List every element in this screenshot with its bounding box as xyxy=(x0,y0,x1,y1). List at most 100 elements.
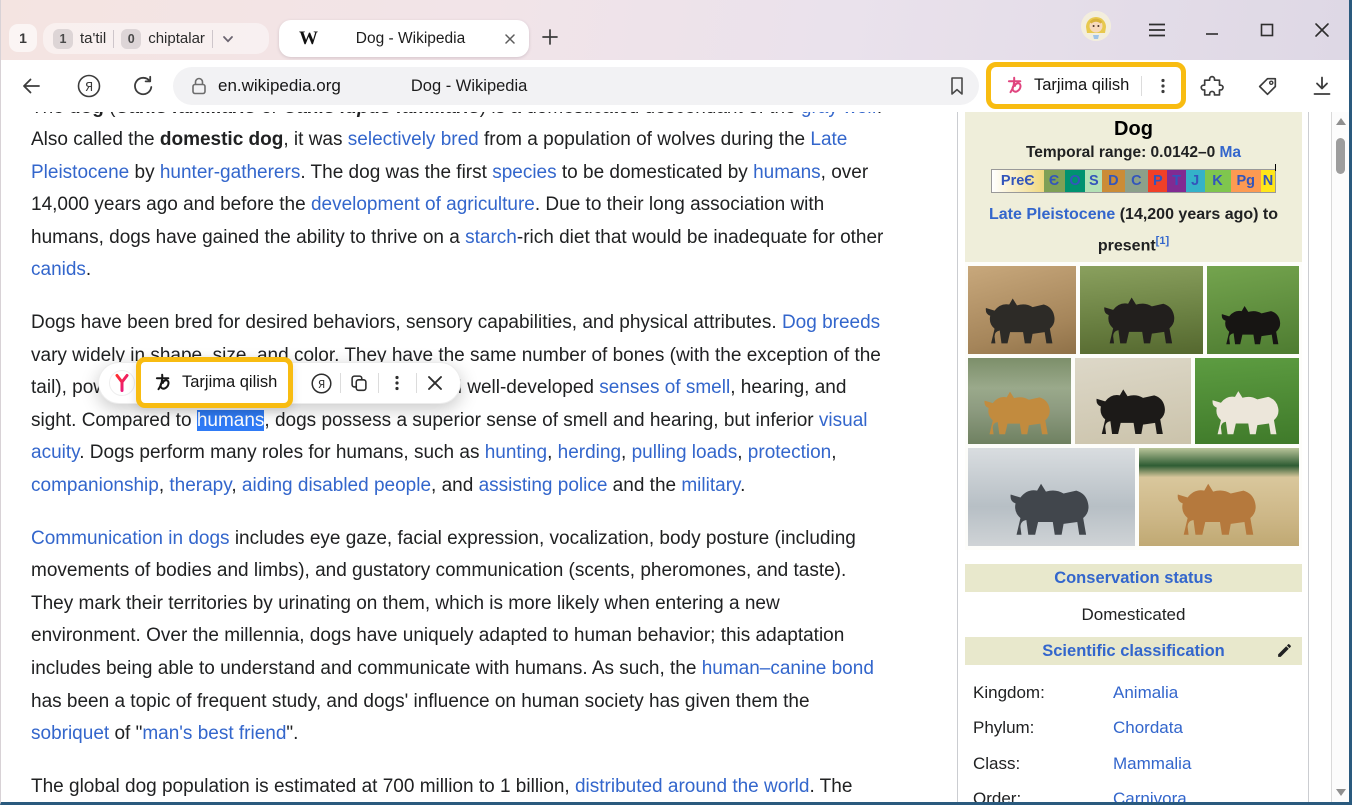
conservation-status-header[interactable]: Conservation status xyxy=(965,564,1302,592)
timescale-segment[interactable]: Pg xyxy=(1231,170,1261,192)
taxonomy-value-link[interactable]: Carnivora xyxy=(1113,789,1187,805)
wiki-link[interactable]: acuity xyxy=(31,442,79,463)
wiki-link[interactable]: starch xyxy=(465,227,517,248)
timescale-segment[interactable]: K xyxy=(1205,170,1231,192)
lock-icon[interactable] xyxy=(189,75,209,97)
copy-icon[interactable] xyxy=(345,368,374,398)
wiki-link[interactable]: humans xyxy=(753,162,821,183)
avatar[interactable] xyxy=(1081,11,1111,41)
back-icon[interactable] xyxy=(11,66,51,106)
wiki-link[interactable]: distributed around the world xyxy=(575,776,809,797)
close-window-button[interactable] xyxy=(1294,10,1349,50)
infobox-column: Dog Temporal range: 0.0142–0 Ma PreЄЄOSD… xyxy=(957,112,1309,802)
wiki-link[interactable]: man's best friend xyxy=(142,723,286,744)
wiki-link[interactable]: Late xyxy=(810,129,847,150)
wiki-link[interactable]: assisting police xyxy=(479,475,608,496)
scroll-up-arrow[interactable] xyxy=(1336,118,1346,125)
popup-kebab-icon[interactable] xyxy=(383,368,412,398)
timescale-segment[interactable]: S xyxy=(1085,170,1102,192)
taxonomy-value-link[interactable]: Chordata xyxy=(1113,718,1183,738)
chevron-down-icon[interactable] xyxy=(220,31,236,47)
tab-group-indicator[interactable]: 1 xyxy=(9,24,37,52)
tab-group-label[interactable]: ta'til xyxy=(80,30,106,47)
page-content: The dog (Canis familiaris or Canis lupus… xyxy=(1,112,1349,802)
wiki-link[interactable]: Dog breeds xyxy=(782,312,880,333)
yandex-services-icon[interactable]: Я xyxy=(69,66,109,106)
text-run: , xyxy=(621,442,632,463)
collections-tag-icon[interactable] xyxy=(1247,66,1287,106)
wiki-link[interactable]: hunting xyxy=(485,442,547,463)
text-run: to be domesticated by xyxy=(557,162,753,183)
wiki-link[interactable]: canids xyxy=(31,259,86,280)
wiki-link[interactable]: protection xyxy=(748,442,831,463)
infobox-photo-white-brown-terrier-on-lawn[interactable] xyxy=(1195,358,1299,444)
text-run: Also called the xyxy=(31,129,160,150)
wiki-link[interactable]: visual xyxy=(819,410,868,431)
wiki-link[interactable]: sobriquet xyxy=(31,723,109,744)
text-run: The xyxy=(31,112,69,118)
toolbar-translate-button[interactable]: Tarjima qilish xyxy=(986,62,1186,109)
edit-pencil-icon[interactable] xyxy=(1276,642,1293,659)
timescale-segment[interactable]: D xyxy=(1102,170,1124,192)
bookmark-icon[interactable] xyxy=(947,74,967,98)
timescale-segment[interactable]: C xyxy=(1125,170,1149,192)
infobox-photo-mottled-black-dog-on-dirt[interactable] xyxy=(968,266,1076,354)
timescale-segment[interactable]: N xyxy=(1261,170,1275,192)
new-tab-button[interactable] xyxy=(535,22,565,52)
scrollbar[interactable] xyxy=(1331,112,1349,802)
tab-close-icon[interactable] xyxy=(503,32,517,46)
wiki-link[interactable]: herding xyxy=(558,442,621,463)
yandex-search-icon[interactable]: Я xyxy=(307,368,336,398)
infobox-photo-brown-dog-with-puppies-on-sand[interactable] xyxy=(1139,448,1299,546)
wiki-link[interactable]: pulling loads xyxy=(632,442,738,463)
timescale-segment[interactable]: O xyxy=(1065,170,1086,192)
browser-menu-icon[interactable] xyxy=(1129,10,1184,50)
infobox-photo-golden-retriever-in-water[interactable] xyxy=(968,358,1071,444)
wiki-link[interactable]: companionship xyxy=(31,475,159,496)
scientific-classification-header[interactable]: Scientific classification xyxy=(965,637,1302,665)
wiki-link[interactable]: aiding disabled people xyxy=(242,475,431,496)
timescale-segment[interactable]: P xyxy=(1148,170,1167,192)
infobox-photo-black-dog-in-snowfield[interactable] xyxy=(1075,358,1192,444)
wiki-link[interactable]: Ma xyxy=(1220,144,1242,161)
wiki-link[interactable]: development of agriculture xyxy=(311,194,535,215)
wiki-link[interactable]: senses of smell xyxy=(599,377,730,398)
extensions-puzzle-icon[interactable] xyxy=(1192,66,1232,106)
infobox-photo-long-haired-black-white-dog[interactable] xyxy=(1207,266,1299,354)
timescale-segment[interactable]: PreЄ xyxy=(992,170,1044,192)
reference-link[interactable]: [1] xyxy=(1156,235,1169,247)
wiki-link[interactable]: selectively bred xyxy=(348,129,479,150)
active-tab[interactable]: W Dog - Wikipedia xyxy=(279,20,529,57)
scroll-down-arrow[interactable] xyxy=(1336,789,1346,796)
minimize-button[interactable] xyxy=(1184,10,1239,50)
infobox-photo-black-white-dog-in-grass[interactable] xyxy=(1080,266,1203,354)
article-text: The dog (Canis familiaris or Canis lupus… xyxy=(31,112,951,802)
timescale-segment[interactable]: Є xyxy=(1044,170,1065,192)
wiki-link[interactable]: military xyxy=(681,475,740,496)
infobox-photo-husky-sled-dogs-in-snow[interactable] xyxy=(968,448,1135,546)
translate-kebab-icon[interactable] xyxy=(1154,77,1172,95)
wiki-link[interactable]: Communication in dogs xyxy=(31,528,230,549)
timescale-segment[interactable]: J xyxy=(1186,170,1205,192)
wiki-link[interactable]: therapy xyxy=(169,475,231,496)
url-host: en.wikipedia.org xyxy=(218,76,341,96)
maximize-button[interactable] xyxy=(1239,10,1294,50)
taxonomy-value-link[interactable]: Mammalia xyxy=(1113,754,1191,774)
download-icon[interactable] xyxy=(1302,66,1342,106)
wiki-link[interactable]: gray wolf xyxy=(801,112,877,118)
wiki-link[interactable]: species xyxy=(492,162,556,183)
tab-group-label[interactable]: chiptalar xyxy=(148,30,205,47)
wiki-link[interactable]: Pleistocene xyxy=(31,162,129,183)
reload-icon[interactable] xyxy=(123,66,163,106)
popup-close-icon[interactable] xyxy=(421,368,450,398)
popup-translate-button[interactable]: Tarjima qilish xyxy=(136,357,293,408)
wiki-link[interactable]: human–canine bond xyxy=(702,658,874,679)
wiki-link[interactable]: Late Pleistocene xyxy=(989,206,1115,223)
tab-groups-pill[interactable]: 1 ta'til 0 chiptalar xyxy=(43,23,269,54)
scrollbar-thumb[interactable] xyxy=(1336,138,1345,174)
taxonomy-value-link[interactable]: Animalia xyxy=(1113,683,1178,703)
address-bar[interactable]: en.wikipedia.org Dog - Wikipedia xyxy=(173,67,979,105)
text-run: sight. Compared to xyxy=(31,410,197,431)
timescale-segment[interactable]: T xyxy=(1167,170,1185,192)
wiki-link[interactable]: hunter-gatherers xyxy=(160,162,300,183)
